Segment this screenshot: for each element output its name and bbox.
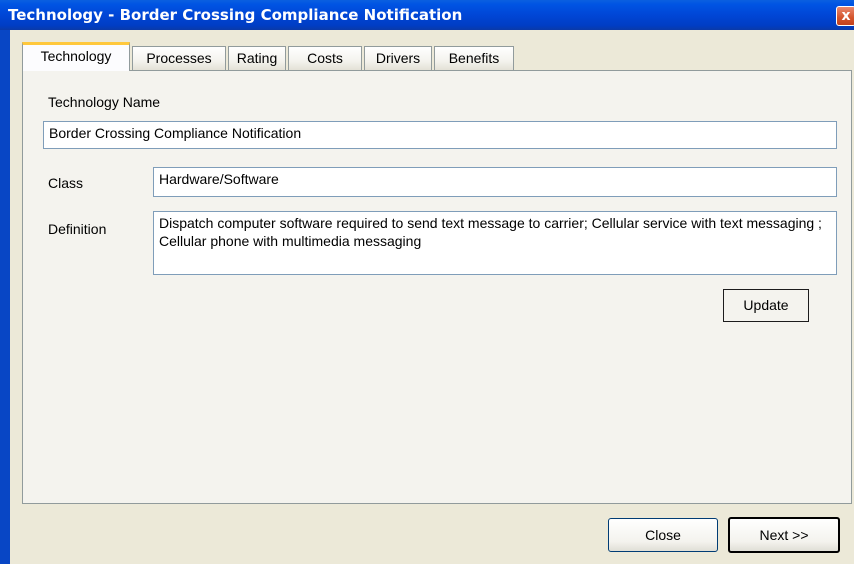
dialog-window: Technology - Border Crossing Compliance …	[0, 0, 854, 564]
tab-processes[interactable]: Processes	[132, 46, 226, 70]
close-icon[interactable]: x	[836, 6, 854, 26]
tab-benefits[interactable]: Benefits	[434, 46, 514, 70]
tab-drivers[interactable]: Drivers	[364, 46, 432, 70]
technology-name-label: Technology Name	[48, 94, 161, 110]
window-title: Technology - Border Crossing Compliance …	[8, 6, 463, 24]
class-field[interactable]: Hardware/Software	[153, 167, 837, 197]
tab-costs[interactable]: Costs	[288, 46, 362, 70]
technology-name-field[interactable]: Border Crossing Compliance Notification	[43, 121, 837, 149]
window-frame-left	[0, 30, 10, 564]
tab-technology[interactable]: Technology	[22, 42, 130, 71]
dialog-client-area: Technology Processes Rating Costs Driver…	[10, 30, 854, 564]
definition-field[interactable]: Dispatch computer software required to s…	[153, 211, 837, 275]
update-button[interactable]: Update	[723, 289, 809, 322]
title-bar[interactable]: Technology - Border Crossing Compliance …	[0, 0, 854, 30]
tab-rating[interactable]: Rating	[228, 46, 286, 70]
next-button[interactable]: Next >>	[728, 517, 840, 553]
class-label: Class	[48, 175, 84, 191]
close-button[interactable]: Close	[608, 518, 718, 552]
technology-tab-panel: Technology Name Border Crossing Complian…	[22, 70, 852, 504]
definition-label: Definition	[48, 221, 107, 237]
